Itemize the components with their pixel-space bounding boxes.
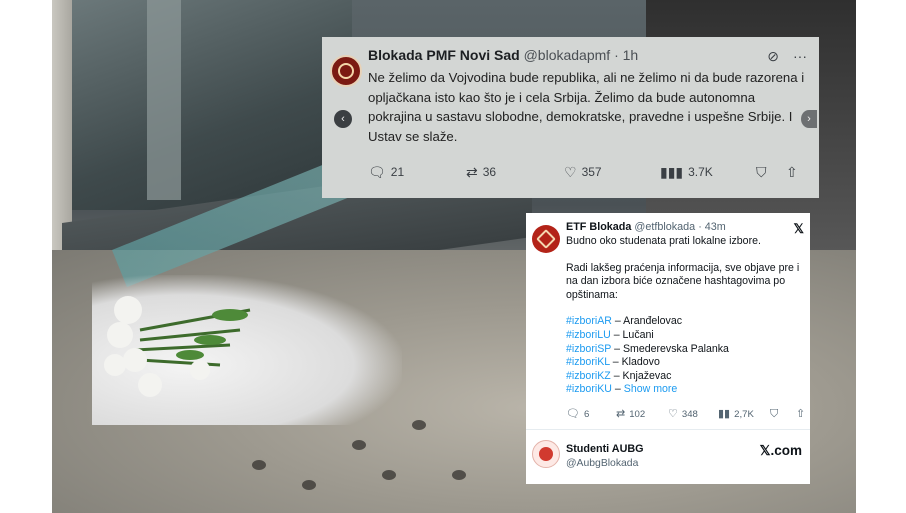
municipality: – Knjaževac	[613, 369, 672, 382]
hashtag-line: #izboriKL – Kladovo	[566, 356, 800, 370]
x-logo-icon[interactable]: 𝕏	[794, 221, 804, 237]
repost-button[interactable]: ⇄ 102	[616, 408, 668, 421]
hashtag-line: #izboriKZ – Knjaževac	[566, 370, 800, 384]
author-handle[interactable]: @etfblokada	[634, 221, 695, 233]
author-handle[interactable]: @blokadapmf	[524, 47, 611, 63]
like-button[interactable]: ♡ 348	[668, 408, 718, 421]
repost-icon: ⇄	[466, 164, 478, 180]
bookmark-icon: ⛉	[756, 164, 767, 180]
views-count: 2,7K	[734, 409, 754, 420]
x-com-link[interactable]: 𝕏.com	[760, 443, 802, 459]
pmf-logo-icon	[338, 63, 354, 79]
share-button[interactable]: ⇧	[796, 409, 805, 420]
tweet-time[interactable]: · 43m	[698, 221, 726, 233]
reply-count: 21	[390, 165, 405, 179]
tweet-etf-blokada[interactable]: ETF Blokada @etfblokada · 43m 𝕏 Budno ok…	[526, 213, 810, 429]
reply-icon: 🗨	[566, 408, 580, 420]
tweet-text: Ne želimo da Vojvodina bude republika, a…	[368, 70, 805, 144]
hashtag-line: #izboriSP – Smederevska Palanka	[566, 343, 800, 357]
like-count: 357	[581, 165, 602, 179]
share-icon: ⇧	[796, 408, 806, 420]
author-name[interactable]: ETF Blokada	[566, 221, 631, 233]
like-button[interactable]: ♡ 357	[564, 165, 660, 179]
views-icon: ▮▮▮	[660, 164, 684, 180]
like-icon: ♡	[564, 164, 577, 180]
bookmark-icon: ⛉	[770, 408, 779, 420]
views-icon: ▮▮	[718, 408, 731, 420]
author-name[interactable]: Blokada PMF Novi Sad	[368, 47, 520, 63]
views-button[interactable]: ▮▮▮ 3.7K	[660, 165, 756, 179]
tweet-header: ETF Blokada @etfblokada · 43m	[566, 221, 800, 233]
avatar[interactable]	[532, 440, 560, 468]
tweet-time[interactable]: · 1h	[614, 47, 638, 63]
share-icon: ⇧	[786, 164, 798, 180]
grok-icon[interactable]: ⊘	[767, 49, 779, 63]
repost-button[interactable]: ⇄ 36	[466, 165, 564, 179]
hashtag-link[interactable]: #izboriKU	[566, 383, 612, 395]
window-frame	[147, 0, 181, 200]
municipality: –	[614, 383, 621, 396]
aubg-logo-icon	[539, 447, 553, 461]
account-handle[interactable]: @AubgBlokada	[566, 458, 638, 469]
municipality: – Smederevska Palanka	[614, 342, 729, 355]
reply-button[interactable]: 🗨 21	[368, 165, 466, 179]
repost-count: 36	[482, 165, 497, 179]
municipality: – Aranđelovac	[614, 315, 683, 328]
tweet-header: Blokada PMF Novi Sad @blokadapmf · 1h	[368, 47, 807, 63]
tweet-top-icons: ⊘ ···	[767, 49, 807, 63]
repost-icon: ⇄	[616, 408, 626, 420]
bookmark-button[interactable]: ⛉	[756, 165, 786, 179]
more-icon[interactable]: ···	[793, 49, 807, 63]
hashtag-line: #izboriKU – Show more	[566, 383, 800, 397]
reply-icon: 🗨	[368, 164, 386, 180]
hashtag-link[interactable]: #izboriLU	[566, 329, 611, 341]
account-name[interactable]: Studenti AUBG	[566, 443, 644, 455]
avatar[interactable]	[330, 55, 362, 87]
hashtag-link[interactable]: #izboriKL	[566, 356, 610, 368]
share-button[interactable]: ⇧	[786, 165, 798, 179]
hashtag-line: #izboriLU – Lučani	[566, 329, 800, 343]
show-more-link[interactable]: Show more	[624, 383, 678, 395]
bookmark-button[interactable]: ⛉	[770, 409, 796, 420]
views-button[interactable]: ▮▮ 2,7K	[718, 408, 770, 421]
hashtag-link[interactable]: #izboriAR	[566, 315, 612, 327]
reply-button[interactable]: 🗨 6	[566, 408, 616, 421]
flowers-bouquet	[104, 296, 251, 397]
reply-count: 6	[583, 409, 590, 420]
hashtag-list: #izboriAR – Aranđelovac #izboriLU – Luča…	[566, 315, 800, 397]
tweet-text: Budno oko studenata prati lokalne izbore…	[566, 235, 800, 397]
like-count: 348	[681, 409, 698, 420]
embed-account-card[interactable]: Studenti AUBG @AubgBlokada 𝕏.com	[526, 429, 810, 484]
municipality: – Kladovo	[612, 356, 660, 369]
like-icon: ♡	[668, 408, 678, 420]
hashtag-line: #izboriAR – Aranđelovac	[566, 315, 800, 329]
views-count: 3.7K	[688, 165, 713, 179]
chevron-left-icon[interactable]: ‹	[334, 110, 352, 128]
tweet-actions: 🗨 6 ⇄ 102 ♡ 348 ▮▮ 2,7K ⛉ ⇧	[566, 408, 806, 421]
tweet-blokada-pmf[interactable]: Blokada PMF Novi Sad @blokadapmf · 1h ⊘ …	[322, 37, 819, 198]
etf-logo-icon	[536, 229, 556, 249]
tweet-paragraph: Radi lakšeg praćenja informacija, sve ob…	[566, 261, 800, 301]
tweet-actions: 🗨 21 ⇄ 36 ♡ 357 ▮▮▮ 3.7K ⛉ ⇧	[368, 165, 807, 179]
municipality: – Lučani	[613, 328, 654, 341]
repost-count: 102	[629, 409, 646, 420]
hashtag-link[interactable]: #izboriKZ	[566, 370, 611, 382]
hashtag-link[interactable]: #izboriSP	[566, 343, 611, 355]
chevron-right-icon[interactable]: ›	[801, 110, 817, 128]
avatar[interactable]	[532, 225, 560, 253]
tweet-line: Budno oko studenata prati lokalne izbore…	[566, 235, 761, 247]
